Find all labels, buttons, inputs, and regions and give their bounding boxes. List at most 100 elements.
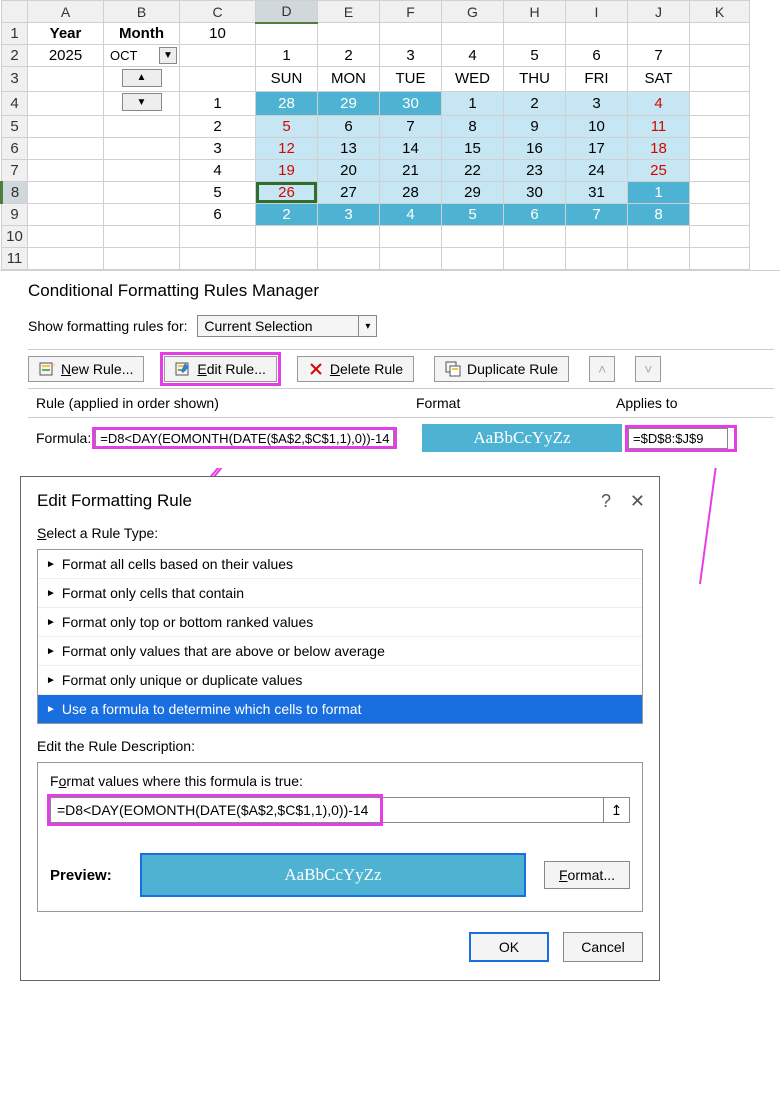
edit-rule-button[interactable]: Edit Rule... <box>164 356 276 382</box>
cell-K11[interactable] <box>690 248 750 270</box>
rule-type-list[interactable]: ►Format all cells based on their values►… <box>37 549 643 724</box>
cell-K7[interactable] <box>690 160 750 182</box>
cell-B6[interactable] <box>104 138 180 160</box>
cell-C3[interactable] <box>180 67 256 92</box>
cell-E5[interactable]: 6 <box>318 116 380 138</box>
move-up-button[interactable]: ˄ <box>589 356 615 382</box>
cell-F4[interactable]: 30 <box>380 91 442 116</box>
cell-I4[interactable]: 3 <box>566 91 628 116</box>
cell-H9[interactable]: 6 <box>504 204 566 226</box>
cell-J1[interactable] <box>628 23 690 45</box>
cell-D3[interactable]: SUN <box>256 67 318 92</box>
grid[interactable]: ABCDEFGHIJK1YearMonth1022025OCT▼12345673… <box>0 0 750 270</box>
cell-F7[interactable]: 21 <box>380 160 442 182</box>
cell-H10[interactable] <box>504 226 566 248</box>
move-down-button[interactable]: ˅ <box>635 356 661 382</box>
cell-G1[interactable] <box>442 23 504 45</box>
cell-D10[interactable] <box>256 226 318 248</box>
cell-B2[interactable]: OCT▼ <box>104 45 180 67</box>
cell-A1[interactable]: Year <box>28 23 104 45</box>
cell-G9[interactable]: 5 <box>442 204 504 226</box>
cell-I3[interactable]: FRI <box>566 67 628 92</box>
cell-F3[interactable]: TUE <box>380 67 442 92</box>
cell-E8[interactable]: 27 <box>318 182 380 204</box>
cell-F9[interactable]: 4 <box>380 204 442 226</box>
cell-D2[interactable]: 1 <box>256 45 318 67</box>
cell-G5[interactable]: 8 <box>442 116 504 138</box>
cell-H8[interactable]: 30 <box>504 182 566 204</box>
cell-H5[interactable]: 9 <box>504 116 566 138</box>
spin-down-button[interactable]: ▼ <box>122 93 162 111</box>
formula-input[interactable] <box>51 798 603 822</box>
rule-type-option[interactable]: ►Format all cells based on their values <box>38 550 642 579</box>
rule-type-option[interactable]: ►Format only values that are above or be… <box>38 637 642 666</box>
cell-I9[interactable]: 7 <box>566 204 628 226</box>
cell-F5[interactable]: 7 <box>380 116 442 138</box>
cell-C4[interactable]: 1 <box>180 91 256 116</box>
spin-up-button[interactable]: ▲ <box>122 69 162 87</box>
cell-B1[interactable]: Month <box>104 23 180 45</box>
cell-I11[interactable] <box>566 248 628 270</box>
cell-E7[interactable]: 20 <box>318 160 380 182</box>
cell-C10[interactable] <box>180 226 256 248</box>
cell-H1[interactable] <box>504 23 566 45</box>
cell-E10[interactable] <box>318 226 380 248</box>
cell-B10[interactable] <box>104 226 180 248</box>
cell-C2[interactable] <box>180 45 256 67</box>
cell-E6[interactable]: 13 <box>318 138 380 160</box>
cell-K8[interactable] <box>690 182 750 204</box>
cell-K2[interactable] <box>690 45 750 67</box>
cell-B4[interactable]: ▼ <box>104 91 180 116</box>
cell-I1[interactable] <box>566 23 628 45</box>
cell-G8[interactable]: 29 <box>442 182 504 204</box>
cell-J11[interactable] <box>628 248 690 270</box>
cell-J3[interactable]: SAT <box>628 67 690 92</box>
cell-K9[interactable] <box>690 204 750 226</box>
month-dropdown-icon[interactable]: ▼ <box>159 47 177 64</box>
cell-F10[interactable] <box>380 226 442 248</box>
cell-D6[interactable]: 12 <box>256 138 318 160</box>
cell-A3[interactable] <box>28 67 104 92</box>
cell-B8[interactable] <box>104 182 180 204</box>
cell-F8[interactable]: 28 <box>380 182 442 204</box>
cell-B9[interactable] <box>104 204 180 226</box>
cell-J2[interactable]: 7 <box>628 45 690 67</box>
duplicate-rule-button[interactable]: Duplicate Rule <box>434 356 569 382</box>
rule-type-option[interactable]: ►Format only cells that contain <box>38 579 642 608</box>
cell-I8[interactable]: 31 <box>566 182 628 204</box>
cell-E2[interactable]: 2 <box>318 45 380 67</box>
cell-I5[interactable]: 10 <box>566 116 628 138</box>
cell-J4[interactable]: 4 <box>628 91 690 116</box>
cell-I2[interactable]: 6 <box>566 45 628 67</box>
cell-B11[interactable] <box>104 248 180 270</box>
cell-H4[interactable]: 2 <box>504 91 566 116</box>
cell-A2[interactable]: 2025 <box>28 45 104 67</box>
cell-H2[interactable]: 5 <box>504 45 566 67</box>
cell-A9[interactable] <box>28 204 104 226</box>
cell-H7[interactable]: 23 <box>504 160 566 182</box>
cell-K6[interactable] <box>690 138 750 160</box>
cell-H11[interactable] <box>504 248 566 270</box>
cell-F2[interactable]: 3 <box>380 45 442 67</box>
rule-type-option[interactable]: ►Use a formula to determine which cells … <box>38 695 642 723</box>
cell-C1[interactable]: 10 <box>180 23 256 45</box>
cell-B3[interactable]: ▲ <box>104 67 180 92</box>
cell-K5[interactable] <box>690 116 750 138</box>
cell-E3[interactable]: MON <box>318 67 380 92</box>
cell-C5[interactable]: 2 <box>180 116 256 138</box>
cell-G2[interactable]: 4 <box>442 45 504 67</box>
cell-A7[interactable] <box>28 160 104 182</box>
cell-C6[interactable]: 3 <box>180 138 256 160</box>
new-rule-button[interactable]: ✦ New Rule... <box>28 356 144 382</box>
cell-G11[interactable] <box>442 248 504 270</box>
rule-applies-to[interactable]: =$D$8:$J$9 <box>628 428 728 449</box>
cell-J7[interactable]: 25 <box>628 160 690 182</box>
show-rules-for-select[interactable]: Current Selection ▾ <box>197 315 377 337</box>
cell-F11[interactable] <box>380 248 442 270</box>
cell-I10[interactable] <box>566 226 628 248</box>
cell-D5[interactable]: 5 <box>256 116 318 138</box>
cell-H3[interactable]: THU <box>504 67 566 92</box>
cell-H6[interactable]: 16 <box>504 138 566 160</box>
cell-E11[interactable] <box>318 248 380 270</box>
cell-A10[interactable] <box>28 226 104 248</box>
